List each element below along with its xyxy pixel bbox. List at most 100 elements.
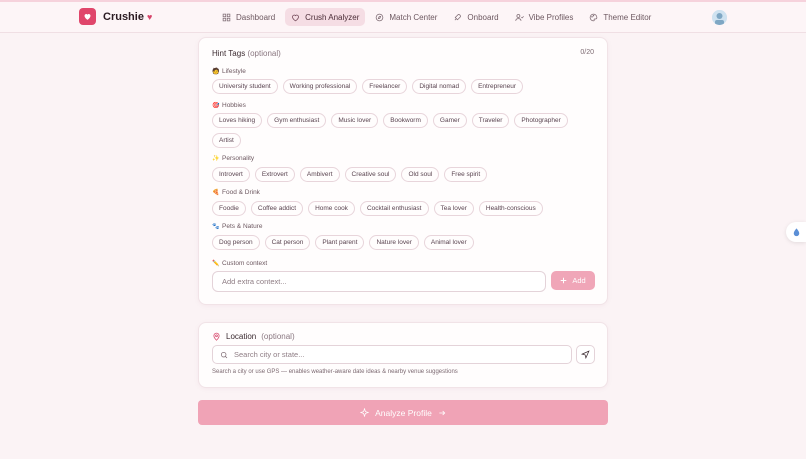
category-pets-nature: 🐾 Pets & Nature	[212, 223, 262, 230]
category-label: Personality	[222, 155, 255, 162]
grid-icon	[222, 13, 231, 21]
pencil-icon: ✏️	[212, 261, 220, 267]
lifestyle-tags: University student Working professional …	[212, 79, 524, 94]
brand-heart-icon: ♥	[146, 11, 153, 22]
category-food-drink: 🍕 Food & Drink	[212, 189, 260, 196]
floating-assistant-button[interactable]	[786, 222, 806, 242]
tag-chip[interactable]: Music lover	[331, 113, 379, 128]
search-placeholder: Search city or state...	[234, 350, 305, 359]
gps-button[interactable]	[576, 345, 595, 364]
category-hobbies: 🎯 Hobbies	[212, 102, 246, 109]
nav-crush-analyzer[interactable]: Crush Analyzer	[285, 8, 366, 26]
tag-chip[interactable]: Loves hiking	[212, 113, 263, 128]
tag-chip[interactable]: Foodie	[212, 201, 246, 216]
category-label: Hobbies	[222, 102, 246, 109]
nav-label: Dashboard	[236, 12, 276, 22]
main-nav: Dashboard Crush Analyzer Match Center On…	[216, 8, 657, 26]
person-icon: 🧑	[212, 69, 220, 75]
hobbies-tags-row2: Artist	[212, 133, 241, 148]
category-label: Lifestyle	[222, 68, 246, 75]
brand[interactable]: Crushie ♥	[79, 8, 152, 25]
tag-chip[interactable]: Home cook	[308, 201, 355, 216]
compass-icon	[376, 13, 384, 21]
pizza-icon: 🍕	[212, 190, 220, 196]
location-search-input[interactable]: Search city or state...	[212, 345, 572, 364]
sparkle-icon	[360, 408, 370, 417]
category-label: Food & Drink	[222, 189, 260, 196]
tag-chip[interactable]: Creative soul	[344, 167, 397, 182]
nav-label: Crush Analyzer	[305, 12, 360, 22]
nav-vibe-profiles[interactable]: Vibe Profiles	[509, 8, 580, 26]
tag-chip[interactable]: Tea lover	[433, 201, 474, 216]
nav-label: Vibe Profiles	[528, 12, 574, 22]
tag-chip[interactable]: Nature lover	[369, 235, 419, 250]
tag-chip[interactable]: Gamer	[432, 113, 467, 128]
tag-chip[interactable]: Ambivert	[299, 167, 340, 182]
tag-chip[interactable]: Working professional	[282, 79, 358, 94]
tag-chip[interactable]: Digital nomad	[412, 79, 467, 94]
tag-chip[interactable]: Extrovert	[254, 167, 295, 182]
tag-counter: 0/20	[580, 49, 594, 56]
search-icon	[220, 351, 228, 358]
nav-label: Match Center	[389, 12, 438, 22]
nav-label: Onboard	[467, 12, 499, 22]
navigation-icon	[581, 350, 590, 359]
hint-tags-title: Hint Tags	[212, 49, 246, 58]
nav-onboard[interactable]: Onboard	[447, 8, 504, 26]
tag-chip[interactable]: Introvert	[212, 167, 250, 182]
tag-chip[interactable]: Artist	[212, 133, 241, 148]
tag-chip[interactable]: Bookworm	[383, 113, 428, 128]
hint-tags-card: Hint Tags (optional) 0/20 🧑 Lifestyle Un…	[198, 37, 608, 305]
custom-context-input[interactable]: Add extra context...	[212, 271, 546, 292]
heart-logo-icon	[79, 8, 96, 25]
sparkle-icon: ✨	[212, 156, 220, 162]
add-context-button[interactable]: Add	[551, 271, 595, 290]
tag-chip[interactable]: Entrepreneur	[471, 79, 524, 94]
tag-chip[interactable]: Traveler	[471, 113, 510, 128]
analyze-profile-button[interactable]: Analyze Profile	[198, 400, 608, 425]
hint-tags-heading: Hint Tags (optional)	[212, 49, 281, 58]
location-heading: Location (optional)	[212, 332, 295, 341]
tag-chip[interactable]: Plant parent	[315, 235, 365, 250]
category-label: Pets & Nature	[222, 223, 263, 230]
optional-label: (optional)	[261, 332, 295, 341]
plus-icon	[561, 277, 567, 284]
tag-chip[interactable]: Dog person	[212, 235, 260, 250]
nav-label: Theme Editor	[603, 12, 652, 22]
pets-nature-tags: Dog person Cat person Plant parent Natur…	[212, 235, 474, 250]
tag-chip[interactable]: Photographer	[514, 113, 568, 128]
hobbies-tags: Loves hiking Gym enthusiast Music lover …	[212, 113, 568, 128]
sparkle-drop-icon	[793, 227, 799, 236]
users-icon	[514, 13, 524, 21]
tag-chip[interactable]: Old soul	[401, 167, 440, 182]
tag-chip[interactable]: Cocktail enthusiast	[359, 201, 429, 216]
nav-theme-editor[interactable]: Theme Editor	[583, 8, 657, 26]
personality-tags: Introvert Extrovert Ambivert Creative so…	[212, 167, 488, 182]
tag-chip[interactable]: Free spirit	[444, 167, 488, 182]
custom-context-label: ✏️ Custom context	[212, 260, 267, 267]
rocket-icon	[455, 13, 462, 20]
tag-chip[interactable]: Health-conscious	[478, 201, 543, 216]
tag-chip[interactable]: Coffee addict	[250, 201, 304, 216]
optional-label: (optional)	[247, 49, 281, 58]
location-title: Location	[226, 332, 257, 341]
tag-chip[interactable]: Freelancer	[362, 79, 408, 94]
category-personality: ✨ Personality	[212, 155, 254, 162]
food-drink-tags: Foodie Coffee addict Home cook Cocktail …	[212, 201, 543, 216]
arrow-right-icon	[439, 410, 446, 415]
top-navigation-bar: Crushie ♥ Dashboard Crush Analyzer Match…	[0, 0, 806, 33]
user-avatar[interactable]	[712, 10, 727, 25]
map-pin-icon	[213, 332, 220, 341]
tag-chip[interactable]: Gym enthusiast	[267, 113, 327, 128]
tag-chip[interactable]: Animal lover	[423, 235, 474, 250]
tag-chip[interactable]: University student	[212, 79, 278, 94]
palette-icon	[590, 13, 598, 21]
paw-icon: 🐾	[212, 224, 220, 230]
heart-icon	[292, 14, 300, 21]
analyze-label: Analyze Profile	[375, 407, 432, 418]
custom-context-title: Custom context	[222, 260, 268, 267]
tag-chip[interactable]: Cat person	[264, 235, 311, 250]
nav-match-center[interactable]: Match Center	[369, 8, 443, 26]
nav-dashboard[interactable]: Dashboard	[216, 8, 281, 26]
add-label: Add	[572, 276, 586, 285]
